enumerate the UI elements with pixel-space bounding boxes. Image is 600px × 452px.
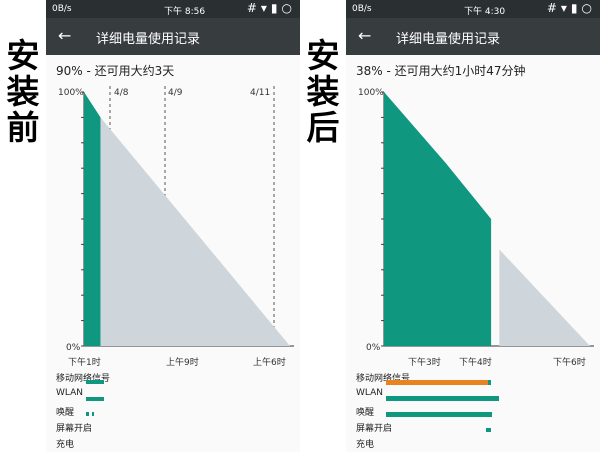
track-label-screen: 屏幕开启 [356, 424, 393, 434]
track-label-charging: 充电 [356, 440, 375, 450]
track-bar-screen [486, 428, 491, 432]
track-label-charging: 充电 [56, 440, 75, 450]
network-speed: 0B/s [52, 4, 72, 14]
app-bar: ← 详细电量使用记录 [346, 18, 600, 55]
y-bottom-label: 0% [66, 343, 81, 353]
battery-chart: 100% 0% 下午3时 下午4时 下午6时 [358, 88, 594, 368]
network-speed: 0B/s [352, 4, 372, 14]
battery-summary: 38% - 还可用大约1小时47分钟 [356, 64, 526, 78]
x-tick-label: 上午9时 [166, 356, 199, 368]
phone-screen-before: 0B/s 下午 8:56 #▾▮○ ← 详细电量使用记录 90% - 还可用大约… [46, 0, 300, 452]
y-bottom-label: 0% [366, 343, 381, 353]
back-arrow-icon[interactable]: ← [358, 26, 371, 45]
x-tick-label: 下午3时 [408, 356, 441, 368]
track-bar-wlan [386, 396, 499, 401]
x-tick-label: 下午6时 [553, 356, 586, 368]
track-label-wlan: WLAN [356, 388, 384, 398]
y-top-label: 100% [358, 88, 384, 98]
battery-level-area [84, 92, 101, 346]
page-title: 详细电量使用记录 [396, 32, 501, 47]
x-tick-label: 下午1时 [68, 356, 101, 368]
app-bar: ← 详细电量使用记录 [46, 18, 300, 55]
x-tick-label: 上午6时 [253, 356, 286, 368]
battery-summary: 90% - 还可用大约3天 [56, 64, 175, 78]
date-marker: 4/8 [114, 88, 129, 98]
track-bar-wlan [86, 397, 104, 401]
side-char: 安 [306, 36, 340, 75]
battery-level-area [384, 92, 492, 346]
projected-area [100, 117, 290, 347]
status-time: 下午 8:56 [164, 7, 206, 17]
side-char: 后 [306, 108, 340, 147]
track-bar-mobile [86, 380, 104, 384]
y-top-label: 100% [58, 88, 84, 98]
status-bar: 0B/s 下午 8:56 #▾▮○ [46, 0, 300, 18]
track-bar-wake [86, 412, 89, 416]
track-label-screen: 屏幕开启 [56, 424, 93, 434]
track-label-wake: 唤醒 [56, 408, 75, 418]
status-icons: #▾▮○ [546, 1, 596, 15]
track-bar-mobile-tail [488, 380, 491, 385]
side-char: 装 [306, 72, 340, 111]
track-bar-wake [386, 412, 492, 417]
status-bar: 0B/s 下午 4:30 #▾▮○ [346, 0, 600, 18]
track-label-wake: 唤醒 [356, 408, 375, 418]
x-tick-label: 下午4时 [459, 356, 492, 368]
track-bar-wake [92, 412, 94, 416]
back-arrow-icon[interactable]: ← [58, 26, 71, 45]
status-time: 下午 4:30 [464, 7, 506, 17]
status-icons: #▾▮○ [246, 1, 296, 15]
side-char: 安 [6, 36, 40, 75]
page-title: 详细电量使用记录 [96, 32, 201, 47]
phone-screen-after: 0B/s 下午 4:30 #▾▮○ ← 详细电量使用记录 38% - 还可用大约… [346, 0, 600, 452]
side-char: 前 [6, 108, 40, 147]
date-marker: 4/11 [250, 88, 270, 98]
date-marker: 4/9 [168, 88, 183, 98]
before-install-label: 安 装 前 [0, 38, 46, 146]
battery-chart: 100% 0% 4/8 4/9 4/11 下午1时 上午9时 上午6时 [58, 86, 294, 368]
track-label-wlan: WLAN [56, 388, 84, 398]
side-char: 装 [6, 72, 40, 111]
after-install-label: 安 装 后 [300, 38, 346, 146]
projected-area [499, 249, 590, 346]
track-bar-mobile [386, 380, 488, 385]
